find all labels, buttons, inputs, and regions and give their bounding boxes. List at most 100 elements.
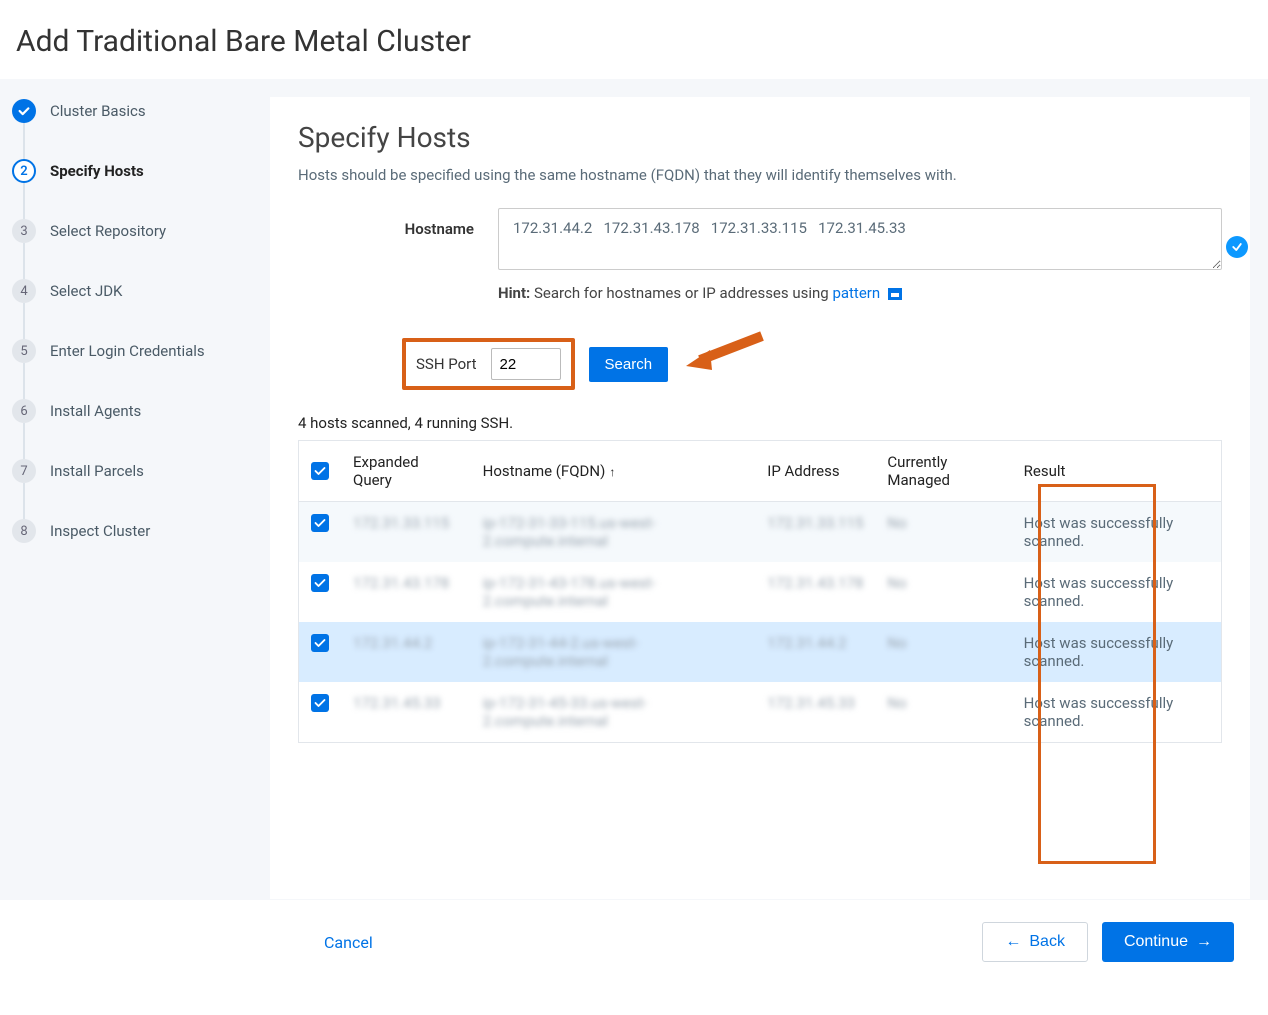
step-connector [23, 363, 25, 399]
hostname-label: Hostname [298, 208, 498, 238]
checkbox-icon[interactable] [311, 634, 329, 652]
cell-result: Host was successfully scanned. [1012, 682, 1222, 743]
check-circle-icon [1226, 236, 1248, 258]
row-checkbox[interactable] [299, 562, 342, 622]
cell-managed: No [875, 502, 1011, 563]
back-button[interactable]: ← Back [982, 922, 1088, 962]
step-label: Install Agents [50, 402, 141, 420]
arrow-annotation-icon [682, 344, 762, 384]
step-label: Select JDK [50, 282, 122, 300]
checkbox-icon[interactable] [311, 574, 329, 592]
cell-fqdn: ip-172-31-43-178.us-west-2.compute.inter… [471, 562, 756, 622]
cancel-button[interactable]: Cancel [324, 933, 373, 952]
cell-ip: 172.31.44.2 [755, 622, 875, 682]
step-indicator-icon [12, 99, 36, 123]
table-row[interactable]: 172.31.43.178ip-172-31-43-178.us-west-2.… [299, 562, 1222, 622]
step-indicator-icon: 2 [12, 159, 36, 183]
step-indicator-icon: 5 [12, 339, 36, 363]
table-row[interactable]: 172.31.45.33ip-172-31-45-33.us-west-2.co… [299, 682, 1222, 743]
external-link-icon [888, 288, 902, 300]
step-indicator-icon: 7 [12, 459, 36, 483]
column-header-result[interactable]: Result [1012, 441, 1222, 502]
step-1[interactable]: Cluster Basics [12, 99, 270, 123]
arrow-left-icon: ← [1005, 933, 1021, 951]
step-5[interactable]: 5 Enter Login Credentials [12, 339, 270, 363]
step-connector [23, 423, 25, 459]
row-checkbox[interactable] [299, 682, 342, 743]
step-label: Select Repository [50, 222, 166, 240]
content-panel: Specify Hosts Hosts should be specified … [270, 97, 1250, 899]
step-label: Inspect Cluster [50, 522, 150, 540]
cell-managed: No [875, 562, 1011, 622]
cell-fqdn: ip-172-31-44-2.us-west-2.compute.interna… [471, 622, 756, 682]
hostname-hint: Hint: Search for hostnames or IP address… [498, 284, 1222, 302]
step-indicator-icon: 8 [12, 519, 36, 543]
ssh-port-input[interactable] [491, 348, 561, 380]
checkbox-icon[interactable] [311, 462, 329, 480]
step-3[interactable]: 3 Select Repository [12, 219, 270, 243]
continue-button[interactable]: Continue → [1102, 922, 1234, 962]
step-connector [23, 303, 25, 339]
ssh-port-label: SSH Port [416, 355, 477, 373]
search-button[interactable]: Search [589, 347, 669, 382]
cell-query: 172.31.33.115 [341, 502, 471, 563]
step-label: Specify Hosts [50, 162, 144, 180]
column-header-expanded-query[interactable]: Expanded Query [341, 441, 471, 502]
step-indicator-icon: 6 [12, 399, 36, 423]
cell-managed: No [875, 682, 1011, 743]
column-header-currently-managed[interactable]: Currently Managed [875, 441, 1011, 502]
step-6[interactable]: 6 Install Agents [12, 399, 270, 423]
step-connector [23, 483, 25, 519]
column-header-hostname-fqdn-[interactable]: Hostname (FQDN)↑ [471, 441, 756, 502]
checkbox-icon[interactable] [311, 694, 329, 712]
arrow-right-icon: → [1196, 933, 1212, 951]
main-area: Cluster Basics 2 Specify Hosts 3 Select Repo… [0, 79, 1268, 899]
wizard-steps-sidebar: Cluster Basics 2 Specify Hosts 3 Select Repo… [0, 79, 270, 899]
step-7[interactable]: 7 Install Parcels [12, 459, 270, 483]
back-button-label: Back [1029, 933, 1065, 951]
hint-bold: Hint: [498, 284, 530, 302]
row-checkbox[interactable] [299, 622, 342, 682]
panel-description: Hosts should be specified using the same… [298, 166, 1222, 184]
cell-result: Host was successfully scanned. [1012, 562, 1222, 622]
cell-managed: No [875, 622, 1011, 682]
cell-query: 172.31.45.33 [341, 682, 471, 743]
table-row[interactable]: 172.31.44.2ip-172-31-44-2.us-west-2.comp… [299, 622, 1222, 682]
cell-fqdn: ip-172-31-45-33.us-west-2.compute.intern… [471, 682, 756, 743]
step-indicator-icon: 3 [12, 219, 36, 243]
cell-fqdn: ip-172-31-33-115.us-west-2.compute.inter… [471, 502, 756, 563]
step-label: Enter Login Credentials [50, 342, 205, 360]
cell-result: Host was successfully scanned. [1012, 622, 1222, 682]
pattern-link[interactable]: pattern [832, 284, 880, 302]
row-checkbox[interactable] [299, 502, 342, 563]
table-row[interactable]: 172.31.33.115ip-172-31-33-115.us-west-2.… [299, 502, 1222, 563]
page-title: Add Traditional Bare Metal Cluster [0, 0, 1268, 79]
ssh-port-highlight: SSH Port [402, 338, 575, 390]
cell-ip: 172.31.33.115 [755, 502, 875, 563]
step-2[interactable]: 2 Specify Hosts [12, 159, 270, 183]
step-indicator-icon: 4 [12, 279, 36, 303]
step-connector [23, 243, 25, 279]
step-8[interactable]: 8 Inspect Cluster [12, 519, 270, 543]
cell-query: 172.31.43.178 [341, 562, 471, 622]
step-connector [23, 123, 25, 159]
step-4[interactable]: 4 Select JDK [12, 279, 270, 303]
step-connector [23, 183, 25, 219]
cell-query: 172.31.44.2 [341, 622, 471, 682]
cell-result: Host was successfully scanned. [1012, 502, 1222, 563]
panel-title: Specify Hosts [298, 121, 1222, 154]
column-header-ip-address[interactable]: IP Address [755, 441, 875, 502]
checkbox-icon[interactable] [311, 514, 329, 532]
step-label: Install Parcels [50, 462, 144, 480]
scan-status-text: 4 hosts scanned, 4 running SSH. [298, 414, 1222, 432]
wizard-footer: Cancel ← Back Continue → [0, 899, 1268, 984]
step-label: Cluster Basics [50, 102, 146, 120]
hostname-input[interactable] [498, 208, 1222, 270]
cell-ip: 172.31.45.33 [755, 682, 875, 743]
cell-ip: 172.31.43.178 [755, 562, 875, 622]
select-all-checkbox[interactable] [299, 441, 342, 502]
sort-asc-icon: ↑ [609, 465, 615, 479]
hint-text: Search for hostnames or IP addresses usi… [530, 284, 832, 302]
continue-button-label: Continue [1124, 933, 1188, 951]
hosts-table: Expanded QueryHostname (FQDN)↑IP Address… [298, 440, 1222, 743]
